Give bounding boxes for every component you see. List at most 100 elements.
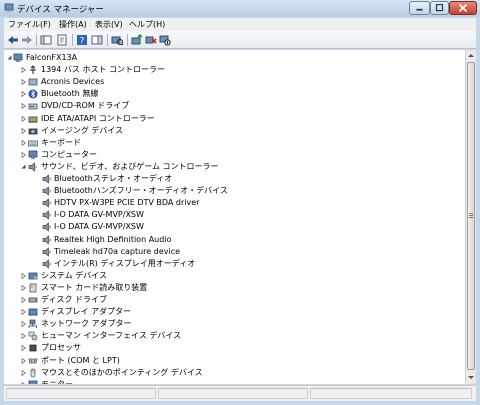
close-button[interactable]: [449, 1, 477, 15]
tree-item-label: 1394 バス ホスト コントローラー: [41, 65, 165, 75]
tree-item[interactable]: キーボード: [4, 137, 464, 149]
update-driver-icon[interactable]: [131, 34, 143, 46]
scan-hardware-changes-icon[interactable]: [111, 34, 123, 46]
vertical-scrollbar[interactable]: [465, 50, 476, 384]
tree-item[interactable]: Timeleak hd70a capture device: [4, 246, 464, 258]
tree-item[interactable]: HDTV PX-W3PE PCIE DTV BDA driver: [4, 197, 464, 209]
collapsed-arrow-icon[interactable]: [21, 284, 26, 291]
tree-item[interactable]: DVD/CD-ROM ドライブ: [4, 100, 464, 112]
collapsed-arrow-icon[interactable]: [21, 272, 26, 279]
tree-item[interactable]: IDE ATA/ATAPI コントローラー: [4, 113, 464, 125]
tree-item[interactable]: I-O DATA GV-MVP/XSW: [4, 221, 464, 233]
menu-file[interactable]: ファイル(F): [8, 19, 51, 30]
port-icon: [28, 358, 38, 363]
tree-item-label: キーボード: [41, 137, 81, 147]
tree-item-label: システム デバイス: [41, 270, 108, 280]
bluetooth-icon: [28, 89, 38, 99]
tree-item[interactable]: Bluetooth 無線: [4, 88, 464, 100]
menu-action[interactable]: 操作(A): [59, 19, 87, 30]
monitor-icon: [28, 380, 38, 384]
disable-device-icon[interactable]: [159, 34, 171, 46]
tree-item-label: Bluetoothハンズフリー・オーディオ・デバイス: [54, 186, 228, 196]
collapsed-arrow-icon[interactable]: [21, 67, 26, 74]
tree-item[interactable]: サウンド、ビデオ、およびゲーム コントローラー: [4, 161, 464, 173]
tree-item-label: Realtek High Definition Audio: [54, 234, 172, 244]
collapsed-arrow-icon[interactable]: [21, 321, 26, 328]
collapsed-arrow-icon[interactable]: [21, 333, 26, 340]
tree-item[interactable]: イメージング デバイス: [4, 125, 464, 137]
toolbar-separator: [107, 34, 108, 46]
tree-item[interactable]: ネットワーク アダプター: [4, 318, 464, 330]
tree-item[interactable]: マウスとそのほかのポインティング デバイス: [4, 367, 464, 379]
tree-item-label: Bluetoothステレオ・オーディオ: [54, 174, 173, 183]
device-manager-window: デバイス マネージャー ファイル(F) 操作(A) 表示(V) ヘルプ(H) ?…: [0, 0, 480, 405]
expanded-arrow-icon[interactable]: [21, 164, 26, 170]
title-bar[interactable]: デバイス マネージャー: [0, 0, 480, 17]
tree-item[interactable]: FalconFX13A: [4, 52, 464, 64]
action-pane-icon[interactable]: [91, 34, 103, 46]
collapsed-arrow-icon[interactable]: [21, 297, 26, 303]
collapsed-arrow-icon[interactable]: [21, 115, 26, 122]
back-icon[interactable]: [7, 34, 19, 46]
tree-item[interactable]: プロセッサ: [4, 342, 464, 354]
collapsed-arrow-icon[interactable]: [21, 103, 26, 110]
tree-item[interactable]: モニター: [4, 379, 464, 384]
tree-item-label: ネットワーク アダプター: [41, 319, 132, 329]
processor-icon: [29, 345, 37, 352]
tree-item[interactable]: スマート カード読み取り装置: [4, 282, 464, 294]
tree-item[interactable]: I-O DATA GV-MVP/XSW: [4, 209, 464, 221]
minimize-button[interactable]: [409, 1, 430, 15]
tree-item-label: DVD/CD-ROM ドライブ: [41, 101, 130, 111]
tree-item[interactable]: インテル(R) ディスプレイ用オーディオ: [4, 258, 464, 270]
device-tree[interactable]: FalconFX13A 1394 バス ホスト コントローラー Acronis De…: [4, 50, 465, 384]
tree-item-label: HDTV PX-W3PE PCIE DTV BDA driver: [54, 198, 200, 208]
menu-view[interactable]: 表示(V): [95, 19, 123, 30]
tree-item[interactable]: ポート (COM と LPT): [4, 355, 464, 367]
help-icon[interactable]: ?: [76, 34, 88, 46]
collapsed-arrow-icon[interactable]: [21, 345, 26, 352]
toolbar-separator: [36, 34, 37, 46]
keyboard-icon: [28, 140, 38, 147]
tree-item[interactable]: ディスプレイ アダプター: [4, 306, 464, 318]
toolbar-separator: [127, 34, 128, 46]
dvd-drive-icon: [28, 103, 38, 110]
system-device-icon: [28, 272, 38, 280]
collapsed-arrow-icon[interactable]: [21, 369, 26, 376]
imaging-device-icon: [28, 128, 38, 134]
show-hide-console-tree-icon[interactable]: [40, 34, 52, 46]
scroll-up-arrow-icon[interactable]: [466, 50, 476, 61]
tree-item[interactable]: Bluetoothステレオ・オーディオ: [4, 173, 464, 185]
collapsed-arrow-icon[interactable]: [21, 357, 26, 364]
toolbar-separator: [72, 34, 73, 46]
collapsed-arrow-icon[interactable]: [21, 309, 26, 316]
speaker-icon: [42, 246, 51, 257]
uninstall-icon[interactable]: [145, 34, 157, 46]
expanded-arrow-icon[interactable]: [7, 55, 12, 61]
scrollbar-thumb[interactable]: [467, 62, 475, 370]
collapsed-arrow-icon[interactable]: [21, 381, 26, 384]
forward-icon[interactable]: [21, 34, 33, 46]
maximize-button[interactable]: [430, 1, 449, 15]
collapsed-arrow-icon[interactable]: [21, 151, 26, 158]
collapsed-arrow-icon[interactable]: [21, 79, 26, 86]
computer-icon: [28, 150, 38, 159]
scroll-down-arrow-icon[interactable]: [466, 372, 476, 383]
tree-item-label: ポート (COM と LPT): [41, 355, 120, 365]
scrollbar-grip: [469, 215, 473, 216]
tree-item[interactable]: コンピューター: [4, 149, 464, 161]
tree-item[interactable]: Acronis Devices: [4, 76, 464, 88]
speaker-icon: [42, 186, 51, 196]
tree-item[interactable]: ディスク ドライブ: [4, 294, 464, 306]
tree-item[interactable]: 1394 バス ホスト コントローラー: [4, 64, 464, 76]
collapsed-arrow-icon[interactable]: [21, 139, 26, 146]
speaker-icon: [42, 258, 51, 269]
properties-icon[interactable]: [56, 34, 68, 46]
tree-item-label: Bluetooth 無線: [41, 89, 99, 99]
tree-item[interactable]: Bluetoothハンズフリー・オーディオ・デバイス: [4, 185, 464, 197]
tree-item[interactable]: Realtek High Definition Audio: [4, 234, 464, 246]
collapsed-arrow-icon[interactable]: [21, 127, 26, 134]
tree-item[interactable]: システム デバイス: [4, 270, 464, 282]
menu-help[interactable]: ヘルプ(H): [129, 19, 165, 30]
collapsed-arrow-icon[interactable]: [21, 91, 26, 98]
tree-item[interactable]: ヒューマン インターフェイス デバイス: [4, 330, 464, 342]
